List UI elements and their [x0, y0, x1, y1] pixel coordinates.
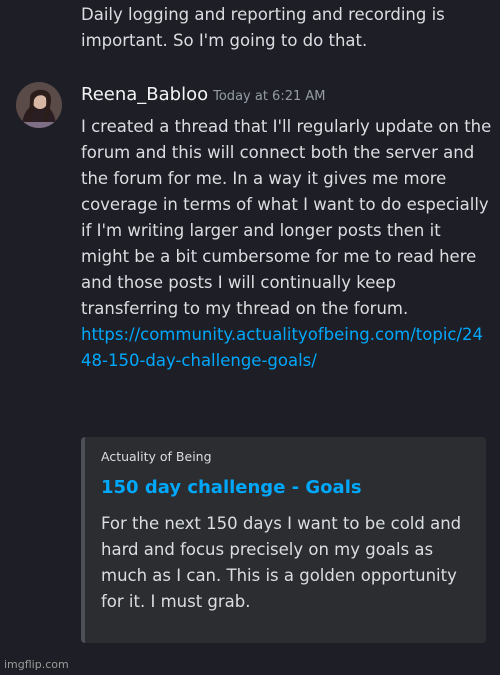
user-avatar[interactable] — [16, 82, 62, 128]
watermark: imgflip.com — [4, 658, 69, 671]
previous-message-text: Daily logging and reporting and recordin… — [81, 5, 445, 50]
embed-title-link[interactable]: 150 day challenge - Goals — [101, 477, 470, 498]
message-text: I created a thread that I'll regularly u… — [81, 117, 492, 318]
message-header: Reena_Babloo Today at 6:21 AM — [81, 84, 493, 112]
avatar-icon — [16, 82, 62, 128]
username[interactable]: Reena_Babloo — [81, 84, 208, 105]
thread-link[interactable]: https://community.actualityofbeing.com/t… — [81, 322, 489, 374]
message-timestamp: Today at 6:21 AM — [213, 89, 326, 104]
embed-description: For the next 150 days I want to be cold … — [101, 514, 462, 611]
message-body: Reena_Babloo Today at 6:21 AM I created a… — [81, 84, 493, 374]
link-embed: Actuality of Being 150 day challenge - G… — [81, 437, 486, 643]
embed-provider: Actuality of Being — [101, 449, 212, 464]
